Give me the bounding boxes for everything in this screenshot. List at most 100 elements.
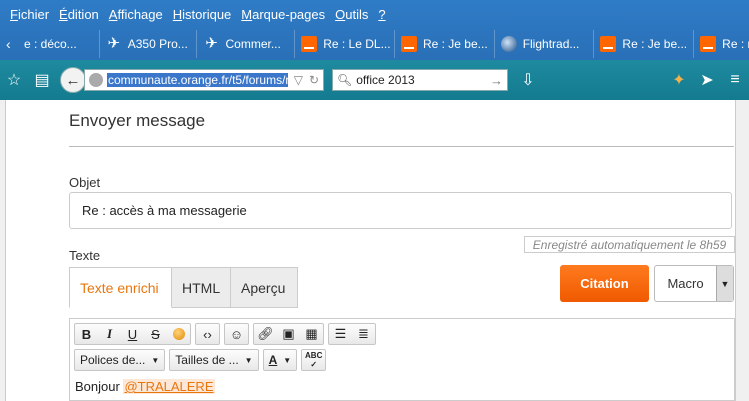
- scrollbar[interactable]: [735, 100, 749, 401]
- rich-text-editor[interactable]: B I U S ‹› ☺ 🔗︎ ▣ ▦ ☰ ≣ Polices de... ▼: [69, 318, 735, 401]
- extension-icon[interactable]: ✦: [665, 70, 693, 90]
- window-edge: [0, 100, 6, 401]
- orange-icon: [600, 36, 617, 52]
- chevron-down-icon: ▼: [283, 355, 292, 365]
- browser-tab[interactable]: Re : Je be...: [395, 30, 495, 58]
- spellcheck-button[interactable]: ABC ✓: [301, 349, 327, 371]
- browser-tab[interactable]: Re : Je be...: [594, 30, 695, 58]
- page-title: Envoyer message: [69, 111, 206, 130]
- browser-tab[interactable]: Re : Le DL...: [295, 30, 395, 58]
- menu-icon[interactable]: ≡: [721, 71, 749, 89]
- bookmark-star-icon[interactable]: ☆: [0, 70, 28, 90]
- italic-icon[interactable]: I: [98, 324, 121, 344]
- menu-bar: Fichier Édition Affichage Historique Mar…: [0, 0, 749, 28]
- tab-label: Re : Je be...: [622, 37, 688, 51]
- search-go-icon[interactable]: →: [490, 73, 503, 88]
- text-color-icon: A: [268, 353, 278, 367]
- menu-help[interactable]: ?: [378, 7, 385, 22]
- editor-toolbar-row-1: B I U S ‹› ☺ 🔗︎ ▣ ▦ ☰ ≣: [74, 322, 380, 346]
- code-icon[interactable]: ‹›: [196, 324, 219, 344]
- browser-tab[interactable]: e : déco...: [18, 30, 100, 58]
- numbered-list-icon[interactable]: ☰: [329, 324, 352, 344]
- subject-label: Objet: [69, 175, 101, 190]
- search-input[interactable]: office 2013: [356, 73, 490, 87]
- chevron-down-icon: ▼: [244, 355, 253, 365]
- divider: [69, 146, 734, 147]
- font-size-select[interactable]: Tailles de ... ▼: [169, 349, 259, 371]
- menu-marque-pages[interactable]: Marque-pages: [241, 7, 325, 22]
- user-mention[interactable]: @TRALALERE: [123, 379, 215, 394]
- menu-historique[interactable]: Historique: [173, 7, 232, 22]
- browser-tab[interactable]: ✈ A350 Pro...: [100, 30, 198, 58]
- chevron-down-icon[interactable]: ▼: [716, 266, 733, 301]
- bold-icon[interactable]: B: [75, 324, 98, 344]
- emoji-icon[interactable]: ☺: [225, 324, 248, 344]
- tab-scroll-left-icon[interactable]: ‹: [6, 36, 18, 52]
- underline-icon[interactable]: U: [121, 324, 144, 344]
- url-dropdown-icon[interactable]: ▽: [294, 73, 303, 87]
- menu-fichier[interactable]: Fichier: [10, 7, 49, 22]
- editor-toolbar-row-2: Polices de... ▼ Tailles de ... ▼ A ▼ ABC ✓: [74, 348, 334, 372]
- browser-chrome: Fichier Édition Affichage Historique Mar…: [0, 0, 749, 100]
- download-icon[interactable]: ⇩: [514, 70, 542, 90]
- tab-label: Re : Le DL...: [323, 37, 391, 51]
- url-text[interactable]: communaute.orange.fr/t5/forums/re: [107, 73, 288, 87]
- tab-label: A350 Pro...: [127, 37, 188, 51]
- tab-strip: ‹ e : déco... ✈ A350 Pro... ✈ Commer... Re…: [0, 28, 749, 60]
- reading-list-icon[interactable]: ▤: [28, 70, 56, 90]
- highlight-icon[interactable]: [167, 324, 190, 344]
- menu-outils[interactable]: Outils: [335, 7, 368, 22]
- strikethrough-icon[interactable]: S: [144, 324, 167, 344]
- text-color-select[interactable]: A ▼: [262, 349, 298, 371]
- tab-label: Re : Je be...: [422, 37, 488, 51]
- plane-icon: ✈: [107, 35, 121, 52]
- menu-affichage[interactable]: Affichage: [109, 7, 163, 22]
- autosave-status: Enregistré automatiquement le 8h59: [524, 236, 735, 253]
- plane-icon: ✈: [205, 35, 218, 52]
- orange-icon: [700, 36, 717, 52]
- browser-tab[interactable]: ✈ Commer...: [197, 30, 296, 58]
- orange-icon: [400, 36, 417, 52]
- text-label: Texte: [69, 248, 101, 263]
- macro-select[interactable]: Macro ▼: [654, 265, 734, 302]
- link-icon[interactable]: 🔗︎: [254, 324, 277, 344]
- tab-label: Re : n: [722, 37, 749, 51]
- tab-label: Flightrad...: [522, 37, 580, 51]
- orange-icon: [301, 36, 318, 52]
- url-bar[interactable]: communaute.orange.fr/t5/forums/re ▽ ↻: [84, 69, 324, 91]
- emoji-group: ☺: [224, 323, 249, 345]
- font-size-label: Tailles de ...: [175, 353, 239, 367]
- image-icon[interactable]: ▣: [277, 324, 300, 344]
- body-text: Bonjour: [75, 379, 120, 394]
- media-group: 🔗︎ ▣ ▦: [253, 323, 324, 345]
- chevron-down-icon: ▼: [151, 355, 160, 365]
- globe-icon: [500, 36, 517, 52]
- menu-edition[interactable]: Édition: [59, 7, 99, 22]
- reload-icon[interactable]: ↻: [309, 73, 319, 87]
- tab-html[interactable]: HTML: [172, 267, 231, 308]
- browser-tab[interactable]: Flightrad...: [495, 30, 595, 58]
- video-icon[interactable]: ▦: [300, 324, 323, 344]
- bullet-list-icon[interactable]: ≣: [352, 324, 375, 344]
- tab-rich-text[interactable]: Texte enrichi: [69, 267, 172, 308]
- format-group: B I U S: [74, 323, 191, 345]
- code-group: ‹›: [195, 323, 220, 345]
- tab-label: Commer...: [225, 37, 281, 51]
- tab-label: e : déco...: [23, 37, 77, 51]
- subject-field[interactable]: Re : accès à ma messagerie: [69, 192, 732, 229]
- font-family-select[interactable]: Polices de... ▼: [74, 349, 166, 371]
- nav-bar: ☆ ▤ ← communaute.orange.fr/t5/forums/re …: [0, 60, 749, 100]
- tab-preview[interactable]: Aperçu: [231, 267, 298, 308]
- send-icon[interactable]: ➤: [693, 70, 721, 90]
- combo-group: Polices de... ▼ Tailles de ... ▼ A ▼ ABC ✓: [74, 349, 330, 371]
- browser-tab[interactable]: Re : n: [694, 30, 749, 58]
- editor-tabs: Texte enrichi HTML Aperçu: [69, 267, 298, 308]
- citation-button[interactable]: Citation: [560, 265, 649, 302]
- search-icon: 🔍︎: [337, 73, 353, 87]
- back-button[interactable]: ←: [60, 67, 86, 93]
- editor-content[interactable]: Bonjour @TRALALERE: [75, 379, 215, 394]
- arrow-left-icon: ←: [65, 71, 81, 89]
- site-identity-icon[interactable]: [89, 73, 103, 87]
- search-bar[interactable]: 🔍︎ office 2013 →: [332, 69, 508, 91]
- list-group: ☰ ≣: [328, 323, 376, 345]
